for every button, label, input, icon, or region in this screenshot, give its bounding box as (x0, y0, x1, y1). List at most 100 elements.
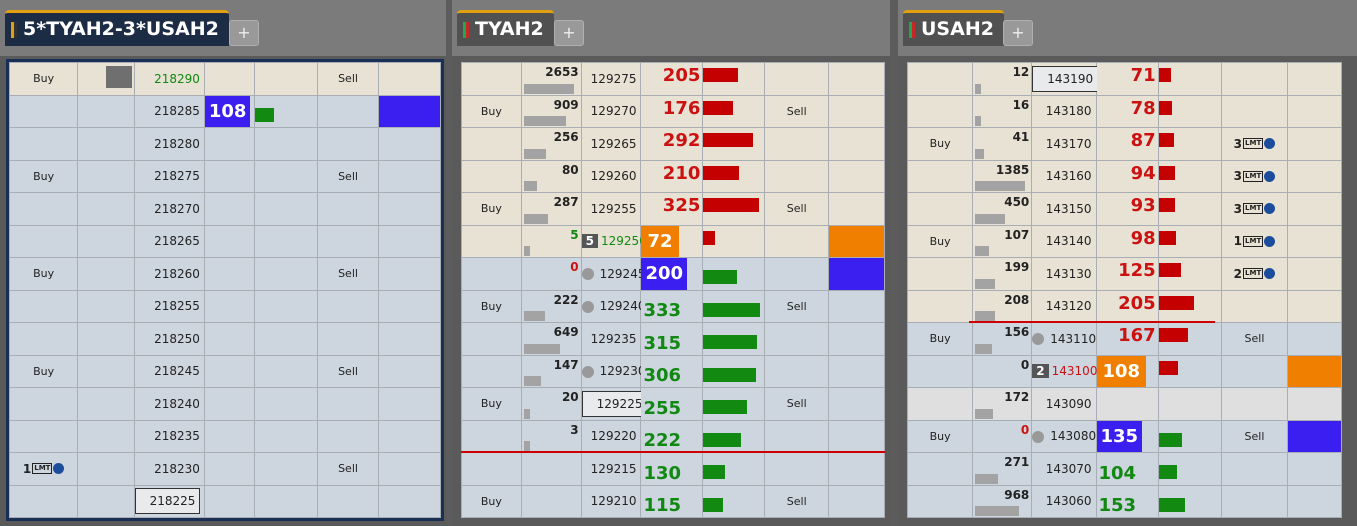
price-cell[interactable]: 129265 (580, 127, 642, 161)
add-tab-button[interactable]: + (229, 20, 259, 46)
buy-cell[interactable]: Buy (8, 354, 79, 388)
price-cell[interactable]: 129240 (580, 289, 645, 323)
buy-cell[interactable] (8, 127, 79, 161)
buy-cell[interactable] (8, 419, 79, 453)
sell-cell[interactable]: Sell (317, 257, 379, 291)
sell-cell[interactable] (1220, 94, 1289, 128)
sell-cell[interactable]: Sell (1220, 322, 1289, 356)
sell-cell[interactable] (764, 322, 830, 356)
buy-cell[interactable]: Buy (8, 62, 79, 96)
buy-cell[interactable] (8, 484, 79, 518)
working-order-icon[interactable]: 1 LMT (1234, 234, 1276, 248)
price-cell[interactable]: 5 129250 (580, 224, 647, 258)
buy-cell[interactable] (906, 192, 974, 226)
sell-cell[interactable] (764, 159, 830, 193)
buy-cell[interactable]: Buy (461, 484, 522, 518)
sell-cell[interactable]: Sell (317, 452, 379, 486)
buy-cell[interactable]: Buy (906, 224, 974, 258)
sell-cell[interactable] (317, 224, 379, 258)
buy-cell[interactable]: Buy (906, 127, 974, 161)
price-cell[interactable]: 143180 (1031, 94, 1097, 128)
working-order-icon[interactable]: 3 LMT (1234, 169, 1276, 183)
sell-cell[interactable] (764, 224, 830, 258)
buy-cell[interactable] (906, 257, 974, 291)
buy-cell[interactable] (8, 192, 79, 226)
sell-cell[interactable] (1220, 62, 1289, 96)
price-cell[interactable]: 218285 (133, 94, 205, 128)
buy-cell[interactable] (906, 354, 974, 388)
price-cell[interactable]: 218260 (133, 257, 205, 291)
price-cell[interactable]: 129270 (580, 94, 642, 128)
price-cell[interactable]: 129220 (580, 419, 642, 453)
sell-cell[interactable]: Sell (317, 354, 379, 388)
buy-cell[interactable] (906, 387, 974, 421)
sell-cell[interactable] (317, 322, 379, 356)
price-cell[interactable]: 143080 (1031, 419, 1097, 453)
price-cell[interactable]: 218290 (133, 62, 205, 96)
price-cell[interactable]: 129275 (580, 62, 642, 96)
buy-cell[interactable]: Buy (461, 94, 522, 128)
price-cell[interactable]: 129260 (580, 159, 642, 193)
buy-cell[interactable] (8, 322, 79, 356)
working-order-icon[interactable]: 2 LMT (1234, 267, 1276, 281)
buy-cell[interactable]: Buy (906, 322, 974, 356)
sell-cell[interactable]: Sell (1220, 419, 1289, 453)
sell-cell[interactable] (1220, 289, 1289, 323)
working-order-icon[interactable]: 1 LMT (23, 462, 65, 476)
buy-cell[interactable]: Buy (461, 289, 522, 323)
price-cell[interactable]: 218230 (133, 452, 205, 486)
add-tab-button[interactable]: + (554, 20, 584, 46)
price-cell[interactable]: 143140 (1031, 224, 1097, 258)
buy-cell[interactable] (461, 159, 522, 193)
sell-cell[interactable] (764, 127, 830, 161)
buy-cell[interactable] (461, 452, 522, 486)
instrument-tab[interactable]: USAH2 (903, 10, 1004, 46)
sell-cell[interactable] (1220, 387, 1289, 421)
buy-cell[interactable] (461, 224, 522, 258)
price-cell[interactable]: 129255 (580, 192, 642, 226)
buy-cell[interactable]: Buy (8, 257, 79, 291)
sell-cell[interactable]: 3 LMT (1220, 192, 1289, 226)
sell-cell[interactable]: 3 LMT (1220, 127, 1289, 161)
price-cell[interactable]: 143190 (1031, 62, 1099, 96)
price-cell[interactable]: 218265 (133, 224, 205, 258)
sell-cell[interactable] (317, 127, 379, 161)
sell-cell[interactable] (317, 289, 379, 323)
price-cell[interactable]: 143110 (1031, 322, 1097, 356)
price-cell[interactable]: 143120 (1031, 289, 1097, 323)
sell-cell[interactable]: Sell (764, 94, 830, 128)
sell-cell[interactable] (317, 192, 379, 226)
price-cell[interactable]: 143150 (1031, 192, 1097, 226)
price-cell[interactable]: 143170 (1031, 127, 1097, 161)
price-cell[interactable]: 143160 (1031, 159, 1097, 193)
sell-cell[interactable] (764, 257, 830, 291)
price-cell[interactable]: 218225 (133, 484, 205, 518)
working-order-icon[interactable]: 3 LMT (1234, 137, 1276, 151)
buy-cell[interactable]: Buy (906, 419, 974, 453)
buy-cell[interactable] (8, 387, 79, 421)
buy-cell[interactable] (461, 354, 522, 388)
price-cell[interactable]: 129225 (580, 387, 648, 421)
buy-cell[interactable] (8, 224, 79, 258)
price-cell[interactable]: 218235 (133, 419, 205, 453)
sell-cell[interactable] (317, 484, 379, 518)
sell-cell[interactable] (1220, 484, 1289, 518)
sell-cell[interactable]: Sell (764, 192, 830, 226)
sell-cell[interactable] (317, 94, 379, 128)
price-cell[interactable]: 218280 (133, 127, 205, 161)
sell-cell[interactable]: Sell (764, 387, 830, 421)
price-cell[interactable]: 218255 (133, 289, 205, 323)
sell-cell[interactable]: Sell (317, 159, 379, 193)
add-tab-button[interactable]: + (1003, 20, 1033, 46)
price-cell[interactable]: 143090 (1031, 387, 1097, 421)
price-cell[interactable]: 218275 (133, 159, 205, 193)
buy-cell[interactable] (906, 289, 974, 323)
buy-cell[interactable] (461, 322, 522, 356)
buy-cell[interactable]: Buy (8, 159, 79, 193)
price-cell[interactable]: 2 143100 (1031, 354, 1097, 388)
sell-cell[interactable]: 1 LMT (1220, 224, 1289, 258)
price-cell[interactable]: 143060 (1031, 484, 1097, 518)
sell-cell[interactable] (764, 62, 830, 96)
sell-cell[interactable] (317, 387, 379, 421)
buy-cell[interactable] (906, 94, 974, 128)
